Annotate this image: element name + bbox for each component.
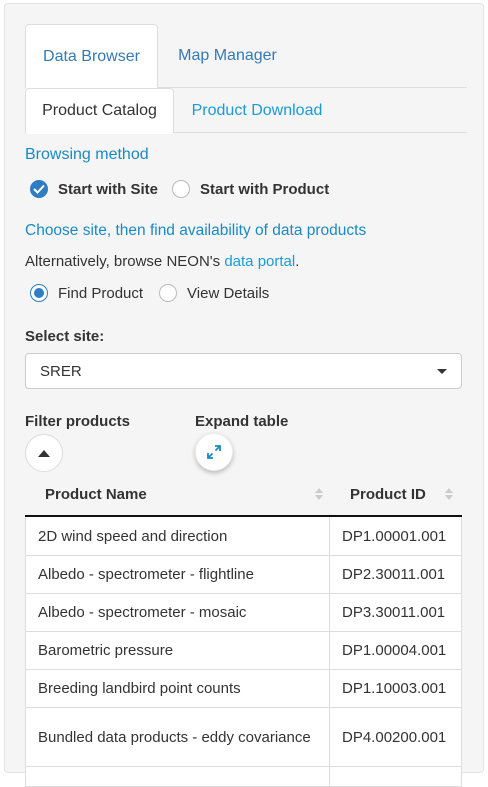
- filter-products-label: Filter products: [25, 413, 131, 430]
- sub-tabs: Product Catalog Product Download: [25, 88, 467, 134]
- sort-icon[interactable]: [445, 487, 453, 501]
- browsing-method-title: Browsing method: [25, 146, 149, 163]
- radio-view-details[interactable]: [159, 284, 178, 302]
- alternative-suffix: .: [295, 253, 300, 270]
- site-select-value: SRER: [40, 362, 82, 380]
- tab-map-manager[interactable]: Map Manager: [165, 24, 290, 88]
- site-select[interactable]: SRER: [25, 353, 462, 389]
- caret-up-icon: [38, 449, 50, 457]
- table-header: Product Name Product ID: [25, 473, 462, 517]
- radio-start-with-site[interactable]: [30, 180, 48, 198]
- table-body: 2D wind speed and direction DP1.00001.00…: [25, 517, 462, 787]
- caret-down-icon: [437, 368, 447, 374]
- table-row[interactable]: Albedo - spectrometer - mosaic DP3.30011…: [25, 594, 462, 632]
- product-id-cell: DP1.10003.001: [330, 670, 462, 707]
- table-row[interactable]: Breeding landbird point counts DP1.10003…: [25, 670, 462, 708]
- panel-content: Data Browser Map Manager Product Catalog…: [25, 24, 467, 787]
- product-id-cell: DP4.00200.001: [330, 708, 462, 766]
- filter-toggle-button[interactable]: [25, 434, 63, 472]
- product-id-cell: DP1.00001.001: [330, 517, 462, 555]
- find-product-label: Find Product: [58, 284, 144, 302]
- start-with-site-label: Start with Site: [58, 180, 159, 198]
- product-name-cell: Albedo - spectrometer - flightline: [25, 556, 330, 593]
- select-site-label: Select site:: [25, 328, 105, 345]
- table-row[interactable]: Albedo - spectrometer - flightline DP2.3…: [25, 556, 462, 594]
- browsing-method-group: Start with Site Start with Product: [30, 180, 343, 198]
- check-icon: [33, 184, 45, 194]
- column-header-product-name[interactable]: Product Name: [45, 473, 147, 515]
- tab-data-browser[interactable]: Data Browser: [25, 24, 158, 89]
- expand-icon: [207, 445, 221, 459]
- sidebar-panel: Data Browser Map Manager Product Catalog…: [4, 3, 484, 787]
- product-name-cell: Breeding landbird point counts: [25, 670, 330, 707]
- data-portal-link[interactable]: data portal: [224, 253, 295, 270]
- main-tabs: Data Browser Map Manager: [25, 24, 467, 89]
- product-id-cell: DP2.30011.001: [330, 556, 462, 593]
- mode-group: Find Product View Details: [30, 284, 285, 302]
- alternative-prefix: Alternatively, browse NEON's: [25, 253, 225, 270]
- column-header-product-id[interactable]: Product ID: [350, 473, 426, 515]
- expand-table-label: Expand table: [195, 413, 289, 430]
- product-name-cell: 2D wind speed and direction: [25, 517, 330, 555]
- product-name-cell: [25, 767, 330, 786]
- product-name-cell: Albedo - spectrometer - mosaic: [25, 594, 330, 631]
- table-row[interactable]: Bundled data products - eddy covariance …: [25, 708, 462, 767]
- start-with-product-label: Start with Product: [200, 180, 330, 198]
- view-details-label: View Details: [187, 284, 270, 302]
- product-id-cell: DP1.00004.001: [330, 632, 462, 669]
- table-row[interactable]: 2D wind speed and direction DP1.00001.00…: [25, 517, 462, 556]
- expand-table-button[interactable]: [195, 433, 233, 471]
- sort-icon[interactable]: [315, 487, 323, 501]
- product-name-cell: Bundled data products - eddy covariance: [25, 708, 330, 766]
- table-row[interactable]: [25, 767, 462, 787]
- choose-site-title: Choose site, then find availability of d…: [25, 222, 367, 239]
- tab-product-catalog[interactable]: Product Catalog: [25, 88, 174, 134]
- tab-product-download[interactable]: Product Download: [181, 88, 333, 133]
- radio-find-product[interactable]: [30, 284, 48, 302]
- radio-start-with-product[interactable]: [172, 180, 191, 198]
- alternative-text: Alternatively, browse NEON's data portal…: [25, 253, 299, 270]
- product-id-cell: DP3.30011.001: [330, 594, 462, 631]
- product-id-cell: [330, 767, 462, 786]
- table-row[interactable]: Barometric pressure DP1.00004.001: [25, 632, 462, 670]
- product-name-cell: Barometric pressure: [25, 632, 330, 669]
